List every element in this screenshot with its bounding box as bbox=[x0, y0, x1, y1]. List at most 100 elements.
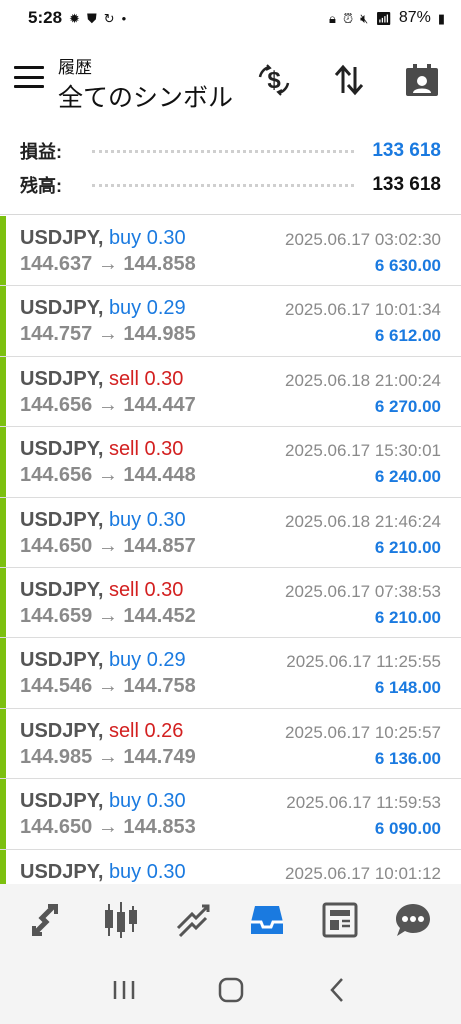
recents-button[interactable] bbox=[104, 970, 144, 1010]
trade-symbol: USDJPY, bbox=[20, 438, 104, 461]
profit-value: 133 618 bbox=[372, 140, 441, 161]
balance-value: 133 618 bbox=[372, 174, 441, 195]
trade-profit: 6 630.00 bbox=[374, 256, 441, 275]
trade-row[interactable]: USDJPY, sell 0.30 144.659 → 144.452 2025.0… bbox=[0, 567, 461, 639]
messages-icon bbox=[395, 904, 430, 936]
currency-exchange-icon[interactable]: $ bbox=[256, 62, 292, 98]
sort-icon[interactable] bbox=[331, 62, 367, 98]
trade-direction: buy 0.29 bbox=[108, 297, 186, 320]
trade-prices: 144.659 → 144.452 bbox=[20, 604, 196, 627]
quotes-icon bbox=[32, 904, 59, 936]
dot-status-icon: • bbox=[121, 10, 127, 26]
trade-direction: sell 0.26 bbox=[108, 719, 184, 742]
trade-direction: buy 0.29 bbox=[108, 649, 186, 672]
trade-profit: 6 240.00 bbox=[374, 467, 441, 487]
trade-time: 2025.06.17 15:30:01 bbox=[285, 441, 441, 461]
trade-profit: 6 148.00 bbox=[374, 678, 441, 698]
trade-symbol-line: USDJPY, buy 0.29 bbox=[20, 297, 186, 320]
chart-icon bbox=[105, 902, 138, 938]
battery-icon: ▮ bbox=[437, 10, 445, 26]
trade-symbol-line: USDJPY, buy 0.30 bbox=[20, 861, 186, 884]
svg-text:$: $ bbox=[267, 67, 281, 94]
trade-list[interactable]: USDJPY, buy 0.30 144.637 → 144.858 2025.06… bbox=[0, 216, 461, 884]
profit-indicator-bar bbox=[0, 497, 6, 567]
trade-row[interactable]: USDJPY, sell 0.30 144.656 → 144.447 2025.0… bbox=[0, 356, 461, 428]
trade-time: 2025.06.18 21:46:24 bbox=[285, 511, 441, 531]
trade-row[interactable]: USDJPY, buy 0.29 144.757 → 144.985 2025.06… bbox=[0, 286, 461, 357]
status-time: 5:28 bbox=[28, 8, 63, 27]
balance-row: 残高: 133 618 bbox=[0, 168, 461, 202]
nav-news[interactable] bbox=[316, 896, 364, 944]
trade-prices: 144.637 → 144.858 bbox=[20, 253, 196, 275]
trade-row[interactable]: USDJPY, buy 0.30 144.650 → 144.857 2025.06… bbox=[0, 497, 461, 568]
nav-trade[interactable] bbox=[170, 896, 218, 944]
summary-panel: 損益: 133 618 残高: 133 618 bbox=[0, 134, 461, 202]
trade-time: 2025.06.17 11:59:53 bbox=[286, 793, 441, 813]
trade-time: 2025.06.17 07:38:53 bbox=[285, 581, 441, 601]
trade-symbol-line: USDJPY, sell 0.30 bbox=[20, 438, 183, 461]
trade-symbol: USDJPY, bbox=[20, 367, 104, 390]
alarm-status-icon: ⏰︎ bbox=[342, 10, 354, 26]
trade-symbol-line: USDJPY, buy 0.30 bbox=[20, 790, 186, 813]
trade-direction: buy 0.30 bbox=[108, 860, 186, 883]
trade-prices: 144.650 → 144.857 bbox=[20, 534, 196, 557]
trade-time: 2025.06.17 03:02:30 bbox=[285, 230, 441, 249]
trade-row[interactable]: USDJPY, buy 0.29 144.546 → 144.758 2025.06… bbox=[0, 638, 461, 709]
back-icon bbox=[329, 978, 343, 1002]
profit-indicator-bar bbox=[0, 638, 6, 708]
calendar-icon[interactable] bbox=[404, 62, 440, 98]
trade-row[interactable]: USDJPY, buy 0.30 144.650 → 144.853 2025.06… bbox=[0, 779, 461, 850]
header-subtitle: 履歴 bbox=[58, 58, 92, 77]
trade-time: 2025.06.17 11:25:55 bbox=[286, 652, 441, 672]
nav-quotes[interactable] bbox=[24, 896, 72, 944]
news-icon bbox=[322, 902, 358, 938]
trade-symbol: USDJPY, bbox=[20, 297, 104, 320]
trade-prices: 144.985 → 144.749 bbox=[20, 745, 196, 768]
balance-label: 残高: bbox=[20, 176, 62, 196]
trade-profit: 6 136.00 bbox=[374, 748, 441, 768]
profit-row: 損益: 133 618 bbox=[0, 134, 461, 168]
trade-symbol: USDJPY, bbox=[20, 860, 104, 883]
profit-indicator-bar bbox=[0, 216, 6, 286]
nav-chart[interactable] bbox=[97, 896, 145, 944]
trade-row[interactable]: USDJPY, buy 0.30 144.637 → 144.858 2025.06… bbox=[0, 216, 461, 287]
menu-button[interactable] bbox=[14, 64, 44, 90]
trade-symbol: USDJPY, bbox=[20, 790, 104, 813]
trade-time: 2025.06.18 21:00:24 bbox=[285, 370, 441, 390]
lock-status-icon: 🔒︎ bbox=[329, 10, 336, 26]
battery-percent: 87% bbox=[398, 9, 431, 26]
sync-status-icon: ↻ bbox=[103, 10, 115, 26]
trade-direction: sell 0.30 bbox=[108, 438, 184, 461]
menu-line bbox=[14, 66, 44, 69]
nav-messages[interactable] bbox=[389, 896, 437, 944]
menu-line bbox=[14, 75, 44, 79]
home-icon bbox=[218, 977, 243, 1003]
menu-line bbox=[14, 85, 44, 88]
trade-symbol: USDJPY, bbox=[20, 578, 104, 601]
trade-symbol-line: USDJPY, buy 0.30 bbox=[20, 227, 186, 250]
trade-row[interactable]: USDJPY, sell 0.30 144.656 → 144.448 2025.0… bbox=[0, 427, 461, 498]
trade-prices: 144.546 → 144.758 bbox=[20, 675, 196, 698]
trade-direction: buy 0.30 bbox=[108, 227, 186, 249]
home-button[interactable] bbox=[211, 970, 251, 1010]
trade-row[interactable]: USDJPY, buy 0.30 2025.06.17 10:01:12 bbox=[0, 849, 461, 884]
profit-indicator-bar bbox=[0, 286, 6, 356]
profit-indicator-bar bbox=[0, 779, 6, 849]
trade-symbol: USDJPY, bbox=[20, 227, 104, 249]
header-title[interactable]: 全てのシンボル bbox=[58, 78, 233, 114]
divider bbox=[0, 214, 461, 215]
trade-prices: 144.650 → 144.853 bbox=[20, 816, 196, 839]
trade-profit: 6 090.00 bbox=[374, 819, 441, 839]
trade-prices: 144.656 → 144.448 bbox=[20, 464, 196, 487]
trade-row[interactable]: USDJPY, sell 0.26 144.985 → 144.749 2025.0… bbox=[0, 708, 461, 780]
trade-profit: 6 270.00 bbox=[374, 396, 441, 416]
profit-indicator-bar bbox=[0, 849, 6, 884]
trade-profit: 6 612.00 bbox=[374, 326, 441, 346]
back-button[interactable] bbox=[318, 970, 358, 1010]
nav-history[interactable] bbox=[243, 896, 291, 944]
trade-prices: 144.656 → 144.447 bbox=[20, 393, 196, 416]
app-header: 履歴 全てのシンボル $ bbox=[0, 44, 461, 120]
trade-symbol-line: USDJPY, buy 0.29 bbox=[20, 649, 186, 672]
status-bar: 5:28 ✹ ⛊ ↻ • 🔒︎ ⏰︎ 🔇︎ 📶︎ 87% ▮ bbox=[0, 0, 461, 36]
trade-time: 2025.06.17 10:01:34 bbox=[285, 300, 441, 320]
